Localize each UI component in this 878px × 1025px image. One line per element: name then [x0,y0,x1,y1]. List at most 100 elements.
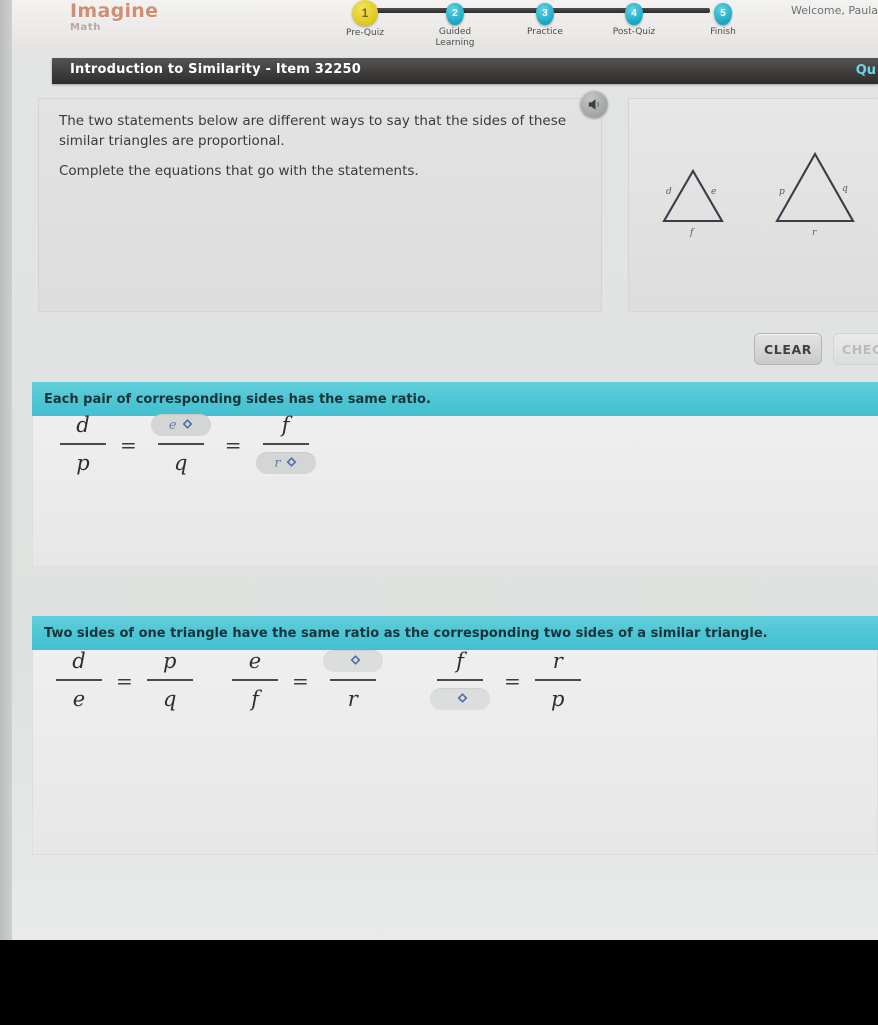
fraction-numerator: p [163,649,177,673]
fraction-1: f [430,644,490,716]
fraction-2: p q [146,644,193,716]
progress-step-number: 1 [352,0,378,26]
question-panel: The two statements below are different w… [38,98,602,312]
triangle-large-label-left: p [779,187,785,197]
dropdown-value: r [274,455,281,471]
equation-row-2a: d e = p q [46,644,203,716]
progress-step-label: Guided Learning [435,27,475,48]
triangle-small-label-left: d [666,187,672,197]
fraction-denominator: r [347,687,358,711]
chevron-updown-icon [182,418,193,429]
logo-title: Imagine [70,0,159,22]
fraction-bar [329,679,376,681]
equation-row-2c: f = r p [420,644,591,716]
progress-step-number: 5 [714,3,732,25]
progress-step-finish[interactable]: 5 Finish [688,3,758,38]
quit-button[interactable]: Qu [856,63,876,78]
triangle-large-label-bottom: r [812,228,817,238]
fraction-bar [60,443,106,445]
progress-step-number: 4 [625,3,643,25]
dropdown-value: e [168,417,177,433]
equation-row-1: d p = e q = f r [50,408,326,480]
fraction-denominator: p [551,687,565,711]
chevron-updown-icon [457,692,468,703]
triangle-small-label-bottom: f [689,228,695,238]
fraction-bar [534,679,581,681]
dropdown-empty-denominator[interactable] [430,688,490,710]
app-screen: Imagine Math 1 Pre-Quiz 2 Guided Learnin… [0,0,878,940]
fraction-numerator-dropdown-slot: e [150,408,211,442]
statement-card-1: Each pair of corresponding sides has the… [32,382,878,567]
fraction-bar [262,443,309,445]
fraction-2: e q [150,408,211,480]
app-header: Imagine Math 1 Pre-Quiz 2 Guided Learnin… [12,0,878,52]
equals-sign: = [504,669,521,693]
progress-step-guided-learning[interactable]: 2 Guided Learning [420,3,490,49]
speaker-icon[interactable] [580,90,608,118]
triangle-small-label-right: e [711,187,716,197]
fraction-bar [232,679,278,681]
check-button[interactable]: CHECK [833,333,878,365]
fraction-denominator: q [174,451,188,475]
fraction-1: e f [232,644,278,716]
fraction-bar [146,679,193,681]
fraction-denominator: p [76,451,90,475]
equals-sign: = [292,669,309,693]
fraction-numerator-dropdown-slot [322,644,383,678]
progress-step-pre-quiz[interactable]: 1 Pre-Quiz [330,0,400,39]
fraction-numerator: e [248,649,262,673]
dropdown-e[interactable]: e [150,414,211,436]
fraction-2: r p [534,644,581,716]
clear-button[interactable]: CLEAR [754,333,822,365]
triangle-large-label-right: q [842,184,848,194]
fraction-bar [56,679,102,681]
question-text-line2: Complete the equations that go with the … [59,163,419,179]
fraction-numerator: d [72,649,86,673]
fraction-1: d e [56,644,102,716]
fraction-numerator: f [281,413,290,437]
dropdown-r[interactable]: r [255,452,316,474]
progress-step-number: 3 [536,3,554,25]
progress-step-practice[interactable]: 3 Practice [510,3,580,38]
progress-tracker: 1 Pre-Quiz 2 Guided Learning 3 Practice … [330,0,736,49]
fraction-denominator: e [72,687,86,711]
fraction-numerator: r [552,649,563,673]
fraction-denominator: q [163,687,177,711]
progress-step-label: Pre-Quiz [346,28,384,38]
fraction-numerator: d [76,413,90,437]
equals-sign-1: = [120,433,137,457]
fraction-1: d p [60,408,106,480]
screen-photo: Imagine Math 1 Pre-Quiz 2 Guided Learnin… [0,0,878,1025]
similar-triangles-diagram: d e f p q r [662,151,855,238]
question-text-line1: The two statements below are different w… [59,113,567,149]
progress-step-number: 2 [446,3,464,25]
statement-card-2-body: d e = p q e f = r f = r p [32,649,878,855]
progress-step-post-quiz[interactable]: 4 Post-Quiz [599,3,669,38]
equation-row-2b: e f = r [222,644,393,716]
fraction-bar [437,679,483,681]
equals-sign: = [116,669,133,693]
logo-subtitle: Math [70,22,101,33]
fraction-3: f r [255,408,316,480]
statement-card-2: Two sides of one triangle have the same … [32,616,878,855]
chevron-updown-icon [286,456,297,467]
progress-step-label: Practice [527,27,563,37]
fraction-2: r [322,644,383,716]
lesson-title-bar: Introduction to Similarity - Item 32250 … [52,58,878,84]
figure-panel: d e f p q r [628,98,878,312]
equals-sign-2: = [224,433,242,457]
app-logo: Imagine Math [70,2,200,34]
fraction-denominator-dropdown-slot [430,682,490,716]
dropdown-empty-numerator[interactable] [322,650,383,672]
fraction-bar [157,443,204,445]
fraction-denominator-dropdown-slot: r [255,446,316,480]
chevron-updown-icon [350,654,361,665]
screen-bezel-left [0,0,12,940]
progress-step-label: Finish [710,27,736,37]
welcome-message: Welcome, Paula [791,4,878,17]
fraction-denominator: f [251,687,259,711]
fraction-numerator: f [456,649,464,673]
statement-card-1-body: d p = e q = f r [32,413,878,567]
progress-step-label: Post-Quiz [612,27,656,37]
page-title: Introduction to Similarity - Item 32250 [70,62,361,77]
